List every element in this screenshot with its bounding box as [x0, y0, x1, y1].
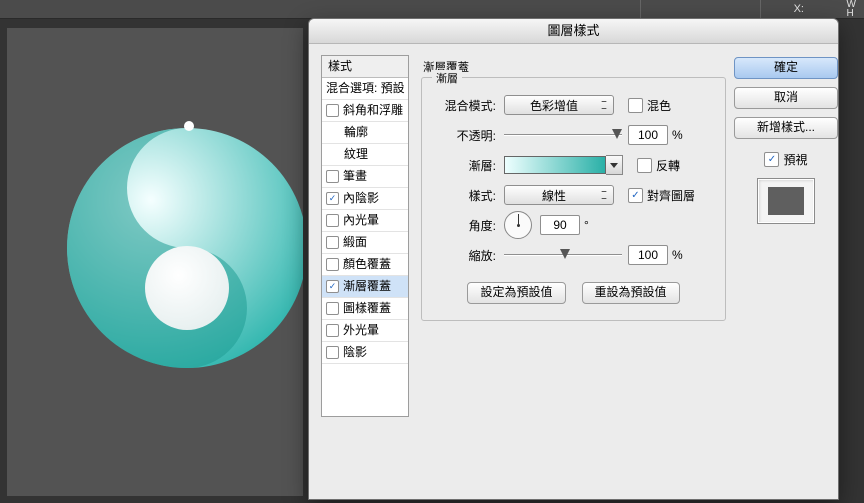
style-select[interactable]: 線性: [504, 185, 614, 205]
dialog-title: 圖層樣式: [309, 19, 838, 44]
effect-outer-glow[interactable]: 外光暈: [322, 320, 408, 342]
styles-list: 樣式 混合選項: 預設 斜角和浮雕 輪廓 紋理 筆畫 內陰影 內光暈 緞面 顏色…: [321, 55, 409, 417]
dialog-side-buttons: 確定 取消 新增樣式... 預視: [746, 57, 826, 224]
effect-texture[interactable]: 紋理: [322, 144, 408, 166]
checkbox-icon[interactable]: [326, 346, 339, 359]
gradient-label: 漸層:: [432, 157, 496, 174]
style-label: 樣式:: [432, 187, 496, 204]
scale-input[interactable]: 100: [628, 245, 668, 265]
checkbox-icon[interactable]: [326, 302, 339, 315]
make-default-button[interactable]: 設定為預設值: [467, 282, 565, 304]
dither-label: 混色: [647, 97, 671, 114]
gradient-dropdown-icon[interactable]: [606, 155, 623, 175]
preview-label: 預視: [783, 151, 807, 168]
effect-bevel[interactable]: 斜角和浮雕: [322, 100, 408, 122]
angle-input[interactable]: 90: [540, 215, 580, 235]
effect-stroke[interactable]: 筆畫: [322, 166, 408, 188]
fieldset-legend: 漸層: [432, 70, 462, 86]
percent-label: %: [672, 248, 683, 262]
blending-options-row[interactable]: 混合選項: 預設: [322, 78, 408, 100]
opacity-input[interactable]: 100: [628, 125, 668, 145]
blend-mode-select[interactable]: 色彩增值: [504, 95, 614, 115]
checkbox-icon[interactable]: [326, 324, 339, 337]
app-stage: X: WH 圖層樣式 樣式 混合選: [0, 0, 864, 503]
angle-label: 角度:: [432, 217, 496, 234]
blend-mode-label: 混合模式:: [432, 97, 496, 114]
effect-inner-glow[interactable]: 內光暈: [322, 210, 408, 232]
ok-button[interactable]: 確定: [734, 57, 838, 79]
effect-pattern-overlay[interactable]: 圖樣覆蓋: [322, 298, 408, 320]
align-label: 對齊圖層: [647, 187, 695, 204]
checkbox-icon[interactable]: [326, 104, 339, 117]
opacity-label: 不透明:: [432, 127, 496, 144]
degree-label: °: [584, 218, 589, 232]
gradient-overlay-settings: 漸層覆蓋 漸層 混合模式: 色彩增值 混色 不透明: 100 %: [421, 59, 726, 409]
dither-checkbox[interactable]: [628, 98, 643, 113]
effect-drop-shadow[interactable]: 陰影: [322, 342, 408, 364]
align-checkbox[interactable]: [628, 188, 643, 203]
checkbox-icon[interactable]: [326, 214, 339, 227]
checkbox-icon[interactable]: [326, 280, 339, 293]
percent-label: %: [672, 128, 683, 142]
gradient-fieldset: 漸層 混合模式: 色彩增值 混色 不透明: 100 % 漸層:: [421, 77, 726, 321]
reverse-label: 反轉: [656, 157, 680, 174]
effect-inner-shadow[interactable]: 內陰影: [322, 188, 408, 210]
reverse-checkbox[interactable]: [637, 158, 652, 173]
effect-contour[interactable]: 輪廓: [322, 122, 408, 144]
x-coordinate-label: X:: [794, 3, 804, 15]
cancel-button[interactable]: 取消: [734, 87, 838, 109]
scale-label: 縮放:: [432, 247, 496, 264]
preview-checkbox[interactable]: [764, 152, 779, 167]
artwork-preview: [67, 98, 303, 398]
new-style-button[interactable]: 新增樣式...: [734, 117, 838, 139]
checkbox-icon[interactable]: [326, 236, 339, 249]
section-heading: 漸層覆蓋: [423, 59, 726, 75]
checkbox-icon[interactable]: [326, 170, 339, 183]
reset-default-button[interactable]: 重設為預設值: [582, 282, 680, 304]
effect-color-overlay[interactable]: 顏色覆蓋: [322, 254, 408, 276]
checkbox-icon[interactable]: [326, 192, 339, 205]
preview-swatch: [757, 178, 815, 224]
scale-slider[interactable]: [504, 248, 622, 262]
effect-satin[interactable]: 緞面: [322, 232, 408, 254]
angle-dial[interactable]: [504, 211, 532, 239]
styles-header[interactable]: 樣式: [322, 56, 408, 78]
opacity-slider[interactable]: [504, 128, 622, 142]
checkbox-icon[interactable]: [326, 258, 339, 271]
effect-gradient-overlay[interactable]: 漸層覆蓋: [322, 276, 408, 298]
layer-style-dialog: 圖層樣式 樣式 混合選項: 預設 斜角和浮雕 輪廓 紋理 筆畫 內陰影 內光暈 …: [308, 18, 839, 500]
options-bar: X: WH: [0, 0, 864, 19]
document-canvas[interactable]: [7, 28, 303, 496]
gradient-swatch[interactable]: [504, 156, 606, 174]
wh-labels: WH: [847, 0, 856, 18]
